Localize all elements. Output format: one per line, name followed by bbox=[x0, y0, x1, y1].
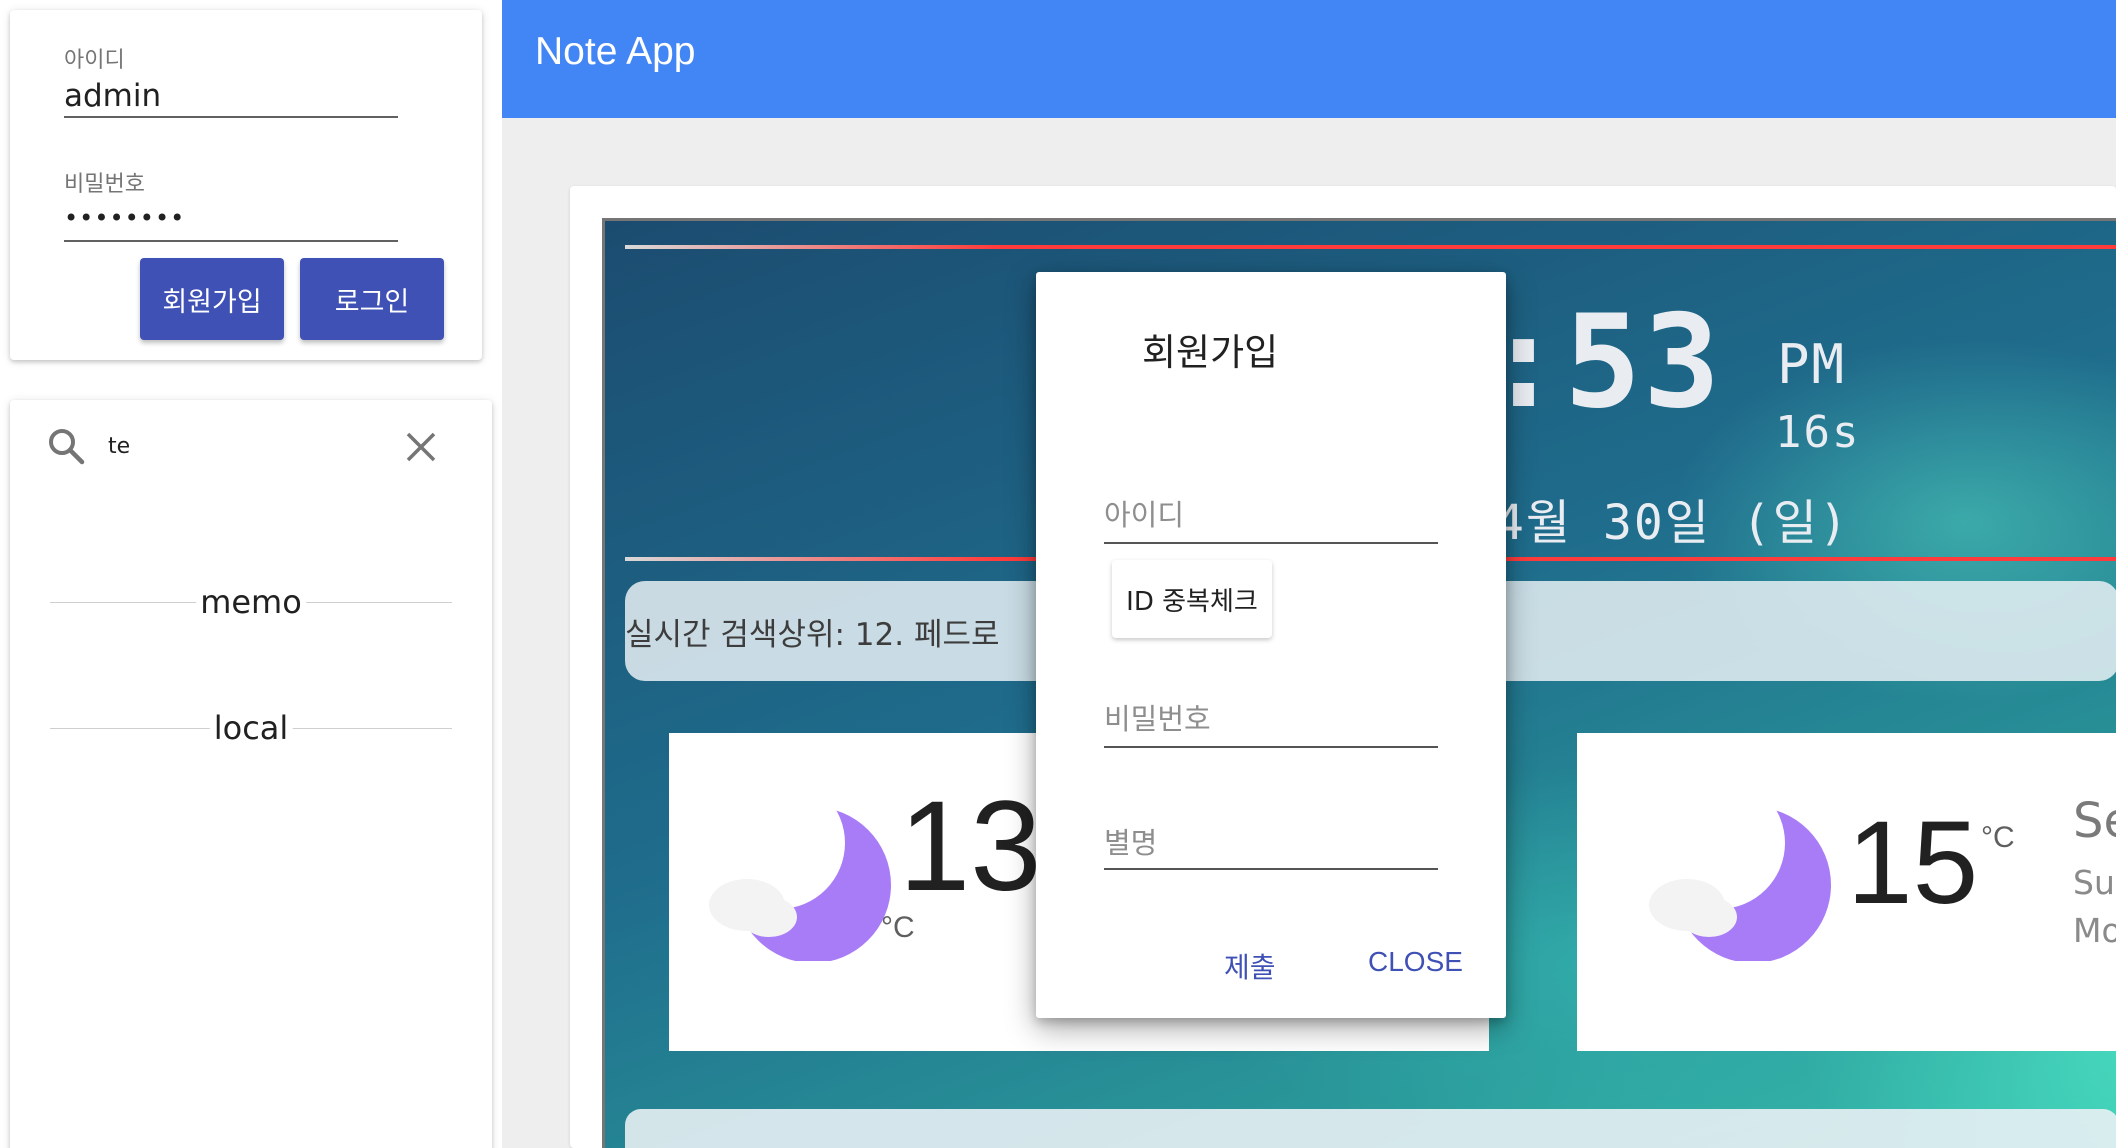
id-check-button[interactable]: ID 중복체크 bbox=[1112, 560, 1272, 638]
close-button[interactable]: CLOSE bbox=[1368, 946, 1463, 978]
ticker-text: 실시간 검색상위: 12. 페드로 bbox=[625, 617, 1000, 653]
password-label: 비밀번호 bbox=[64, 172, 145, 197]
close-icon[interactable] bbox=[404, 430, 438, 464]
search-input[interactable]: te bbox=[108, 434, 130, 459]
clock-date: 4월 30일 (일) bbox=[1495, 495, 1850, 551]
dialog-nickname-underline bbox=[1104, 868, 1438, 870]
bottom-panel bbox=[625, 1109, 2116, 1148]
id-field-underline bbox=[64, 116, 398, 118]
login-button[interactable]: 로그인 bbox=[300, 258, 444, 340]
weather-line-2a: Sur bbox=[2073, 863, 2116, 902]
password-field[interactable]: •••••••• bbox=[64, 204, 185, 232]
clock-ampm: PM bbox=[1777, 333, 1847, 396]
dialog-password-underline bbox=[1104, 746, 1438, 748]
weather-line-2b: Mo bbox=[2073, 911, 2116, 950]
section-label-local: local bbox=[209, 708, 293, 748]
login-card: 아이디 admin 비밀번호 •••••••• 회원가입 로그인 bbox=[10, 10, 482, 360]
id-field[interactable]: admin bbox=[64, 78, 161, 114]
search-card: te memo local bbox=[10, 400, 492, 1148]
dialog-nickname-field[interactable]: 별명 bbox=[1104, 820, 1157, 862]
weather-card-2: 15 °C Se Sur Mo bbox=[1577, 733, 2116, 1051]
signup-dialog: 회원가입 아이디 ID 중복체크 비밀번호 별명 제출 CLOSE bbox=[1036, 272, 1506, 1018]
moon-cloud-icon bbox=[707, 791, 897, 965]
signup-button[interactable]: 회원가입 bbox=[140, 258, 284, 340]
weather-city-2: Se bbox=[2073, 793, 2116, 849]
moon-cloud-icon bbox=[1647, 791, 1837, 965]
dialog-id-underline bbox=[1104, 542, 1438, 544]
section-divider-memo: memo bbox=[50, 582, 452, 622]
dialog-password-field[interactable]: 비밀번호 bbox=[1104, 696, 1211, 738]
dialog-title: 회원가입 bbox=[1142, 331, 1279, 374]
app-bar: Note App bbox=[502, 0, 2116, 118]
weather-temp-2: 15 bbox=[1847, 797, 1979, 929]
weather-unit-1: °C bbox=[881, 911, 915, 944]
search-icon[interactable] bbox=[46, 426, 86, 466]
clock-seconds: 16s bbox=[1775, 407, 1861, 458]
submit-button[interactable]: 제출 bbox=[1224, 946, 1276, 986]
clock-top-rule bbox=[625, 245, 2116, 249]
section-divider-local: local bbox=[50, 708, 452, 748]
clock-time: :53 bbox=[1485, 288, 1723, 437]
app-title: Note App bbox=[535, 30, 696, 73]
dialog-id-field[interactable]: 아이디 bbox=[1104, 492, 1184, 534]
weather-unit-2: °C bbox=[1981, 821, 2015, 854]
id-label: 아이디 bbox=[64, 48, 125, 73]
section-label-memo: memo bbox=[196, 582, 306, 622]
weather-temp-1: 13 bbox=[899, 775, 1042, 918]
password-field-underline bbox=[64, 240, 398, 242]
